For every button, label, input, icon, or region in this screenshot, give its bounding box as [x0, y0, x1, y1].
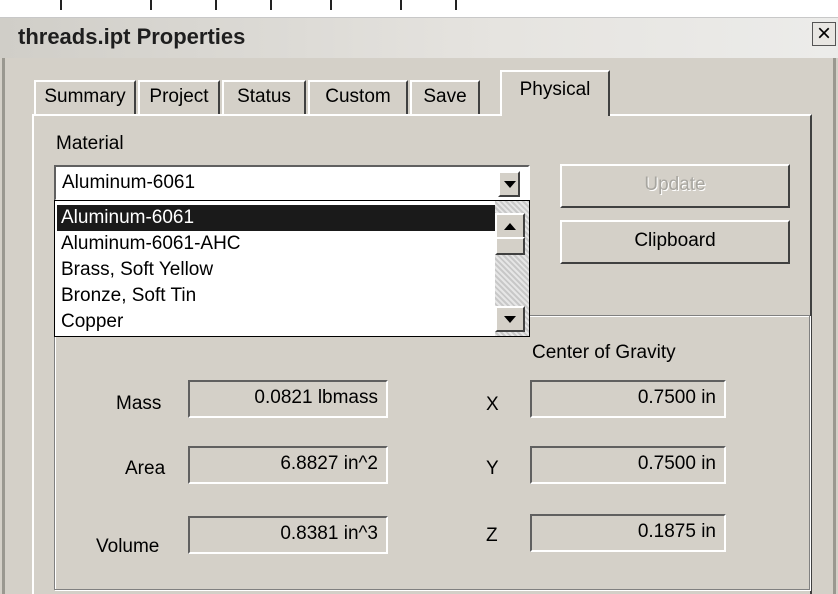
title-bar[interactable]: threads.ipt Properties	[0, 18, 838, 58]
scroll-thumb[interactable]	[495, 237, 525, 255]
scroll-down-button[interactable]	[495, 306, 525, 332]
clipboard-button[interactable]: Clipboard	[560, 220, 790, 264]
material-dropdown-button[interactable]	[498, 171, 520, 197]
tab-physical[interactable]: Physical	[500, 70, 610, 116]
volume-label: Volume	[96, 536, 160, 557]
background-fragment	[330, 0, 332, 10]
material-label: Material	[56, 133, 124, 154]
material-option[interactable]: Copper	[57, 309, 495, 335]
material-dropdown-list[interactable]: Aluminum-6061 Aluminum-6061-AHC Brass, S…	[54, 200, 530, 337]
background-fragment	[60, 0, 62, 10]
area-value-field: 6.8827 in^2	[188, 446, 388, 484]
tab-status[interactable]: Status	[222, 80, 306, 114]
y-label: Y	[486, 458, 499, 479]
chevron-up-icon	[504, 223, 516, 230]
tab-label: Save	[423, 86, 467, 107]
clipboard-button-label: Clipboard	[634, 230, 716, 251]
material-option[interactable]: Brass, Soft Yellow	[57, 257, 495, 283]
scroll-up-button[interactable]	[495, 213, 525, 239]
tab-save[interactable]: Save	[410, 80, 480, 114]
mass-label: Mass	[116, 393, 162, 414]
material-selected-value: Aluminum-6061	[62, 172, 196, 193]
tab-custom[interactable]: Custom	[308, 80, 408, 114]
material-dropdown[interactable]: Aluminum-6061	[54, 165, 530, 201]
window-right-edge	[833, 58, 836, 594]
update-button-label: Update	[644, 174, 706, 195]
dropdown-scrollbar[interactable]	[495, 201, 529, 336]
close-button[interactable]: ×	[812, 22, 836, 46]
update-button[interactable]: Update	[560, 164, 790, 208]
window-left-edge	[2, 58, 5, 594]
tab-label: Status	[237, 86, 291, 107]
tab-project[interactable]: Project	[138, 80, 220, 114]
tab-label: Custom	[325, 86, 391, 107]
tab-label: Project	[149, 86, 209, 107]
mass-value-field: 0.0821 lbmass	[188, 380, 388, 418]
material-option-highlighted[interactable]: Aluminum-6061	[57, 205, 495, 231]
background-fragment	[400, 0, 402, 10]
x-label: X	[486, 394, 499, 415]
background-fragment	[215, 0, 217, 10]
tab-strip: Summary Project Status Custom Save Physi…	[34, 70, 634, 120]
background-window-strip	[0, 0, 838, 18]
close-icon: ×	[816, 20, 831, 47]
chevron-down-icon	[504, 181, 516, 188]
cog-z-field: 0.1875 in	[530, 514, 726, 552]
tab-label: Physical	[519, 79, 591, 100]
tab-summary[interactable]: Summary	[34, 80, 136, 114]
cog-y-field: 0.7500 in	[530, 446, 726, 484]
background-fragment	[455, 0, 457, 10]
tab-label: Summary	[44, 86, 126, 107]
volume-value-field: 0.8381 in^3	[188, 516, 388, 554]
chevron-down-icon	[504, 316, 516, 323]
cog-x-field: 0.7500 in	[530, 380, 726, 418]
material-option[interactable]: Aluminum-6061-AHC	[57, 231, 495, 257]
center-of-gravity-label: Center of Gravity	[532, 342, 676, 363]
material-option[interactable]: Bronze, Soft Tin	[57, 283, 495, 309]
window-title: threads.ipt Properties	[18, 24, 246, 49]
background-fragment	[150, 0, 152, 10]
background-fragment	[270, 0, 272, 10]
z-label: Z	[486, 525, 498, 546]
area-label: Area	[125, 458, 166, 479]
